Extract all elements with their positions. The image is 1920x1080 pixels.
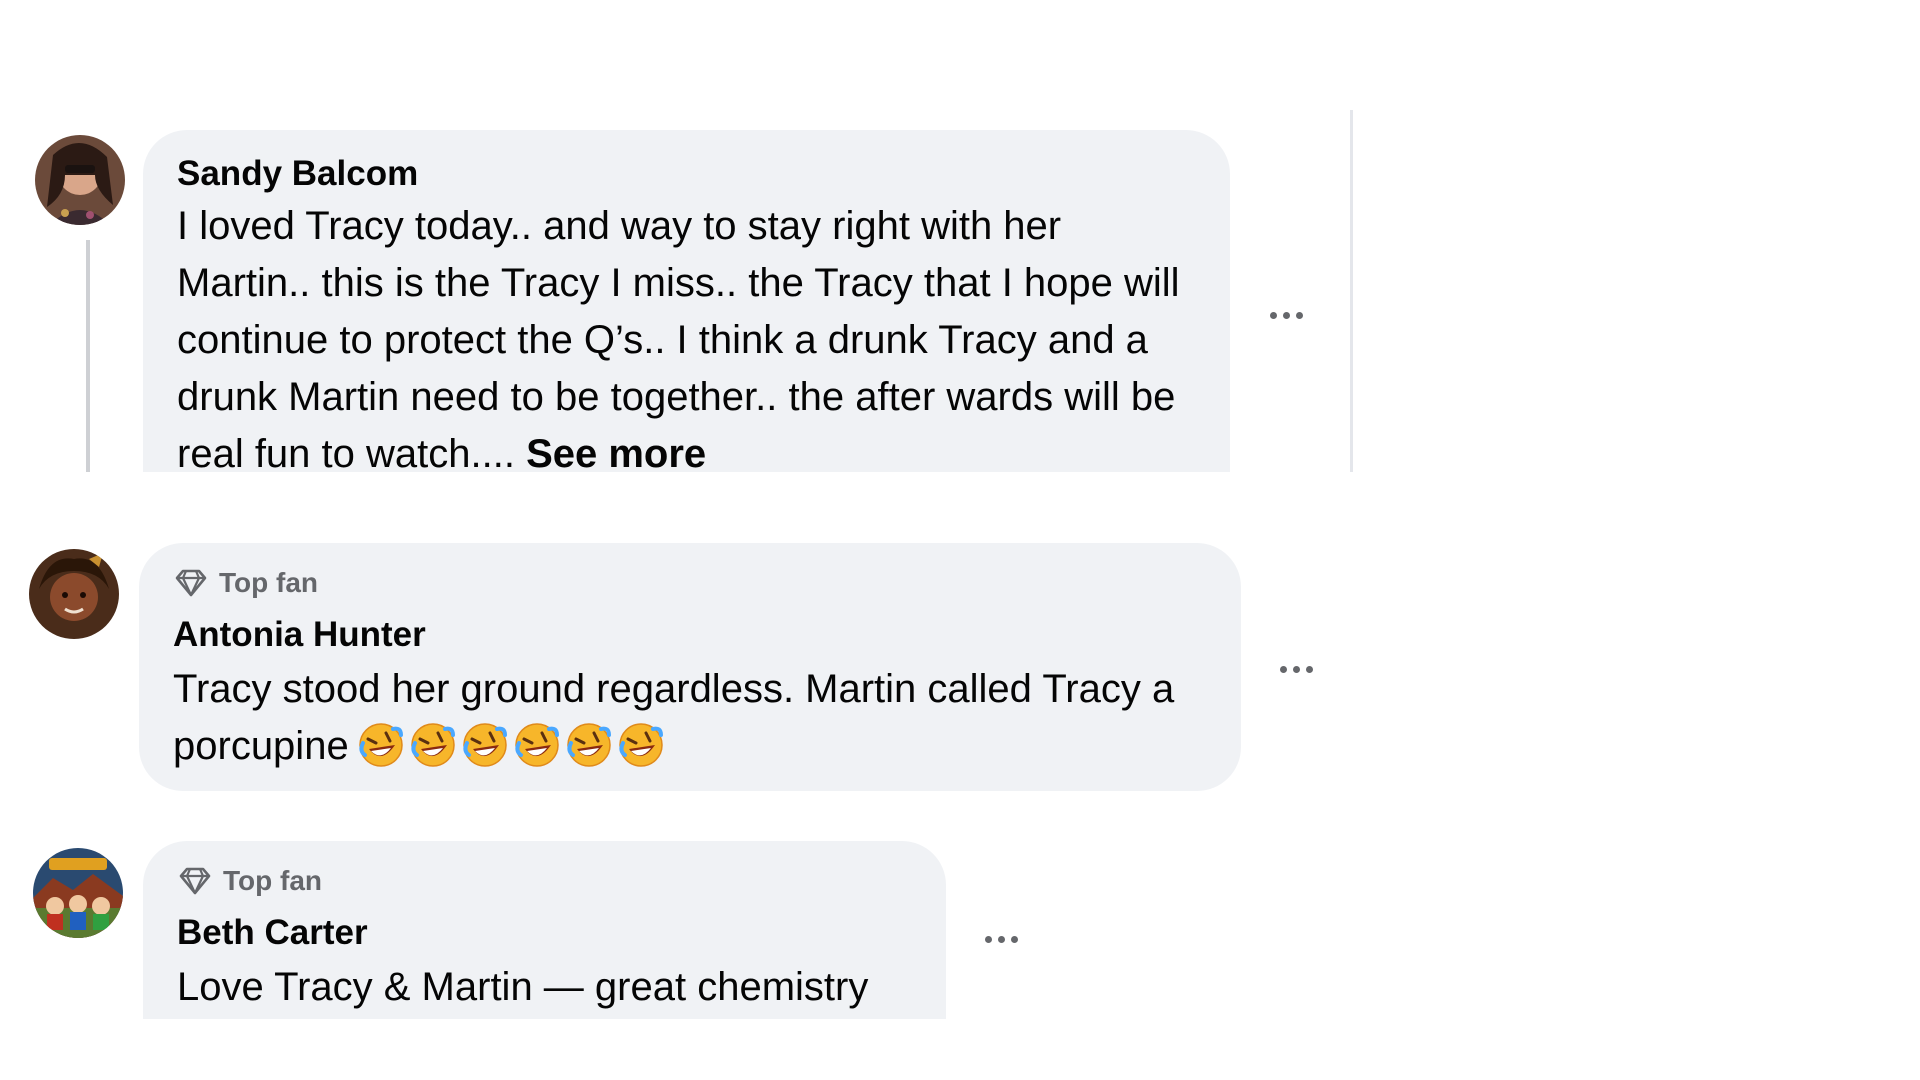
- comment-text: Tracy stood her ground regardless. Marti…: [173, 661, 1207, 775]
- top-fan-badge[interactable]: Top fan: [173, 565, 1207, 601]
- avatar[interactable]: [35, 135, 125, 225]
- more-options-icon: [984, 935, 992, 943]
- diamond-icon: [173, 568, 209, 598]
- more-options-icon: [1269, 311, 1277, 319]
- badge-label: Top fan: [219, 567, 319, 598]
- comment-bubble: Top fan Beth Carter Love Tracy & Martin …: [143, 841, 946, 1019]
- avatar[interactable]: [29, 549, 119, 639]
- comment-author[interactable]: Beth Carter: [177, 911, 912, 955]
- more-options-button[interactable]: [1266, 649, 1326, 689]
- see-more-link[interactable]: See more: [526, 432, 706, 472]
- comment-text: I loved Tracy today.. and way to stay ri…: [177, 198, 1196, 472]
- diamond-icon: [177, 866, 213, 896]
- reply-thread-line: [86, 240, 90, 472]
- rolling-on-floor-laughing-emoji: [617, 721, 665, 769]
- comments-section: Sandy Balcom I loved Tracy today.. and w…: [0, 0, 1920, 1080]
- rolling-on-floor-laughing-emoji: [565, 721, 613, 769]
- more-options-icon: [1279, 665, 1287, 673]
- panel-divider: [1350, 110, 1353, 472]
- top-fan-badge[interactable]: Top fan: [177, 863, 912, 899]
- rolling-on-floor-laughing-emoji: [513, 721, 561, 769]
- comment-text: Love Tracy & Martin — great chemistry: [177, 965, 869, 1009]
- more-options-button[interactable]: [971, 919, 1031, 959]
- comment-author[interactable]: Antonia Hunter: [173, 613, 1207, 657]
- rolling-on-floor-laughing-emoji: [409, 721, 457, 769]
- badge-label: Top fan: [223, 865, 323, 896]
- emoji-group: [357, 721, 665, 769]
- comment-author[interactable]: Sandy Balcom: [177, 152, 1196, 196]
- comment-bubble: Sandy Balcom I loved Tracy today.. and w…: [143, 130, 1230, 472]
- avatar[interactable]: [33, 848, 123, 938]
- comment-bubble: Top fan Antonia Hunter Tracy stood her g…: [139, 543, 1241, 791]
- comment-text-body: Tracy stood her ground regardless. Marti…: [173, 667, 1175, 768]
- rolling-on-floor-laughing-emoji: [461, 721, 509, 769]
- rolling-on-floor-laughing-emoji: [357, 721, 405, 769]
- more-options-button[interactable]: [1256, 295, 1316, 335]
